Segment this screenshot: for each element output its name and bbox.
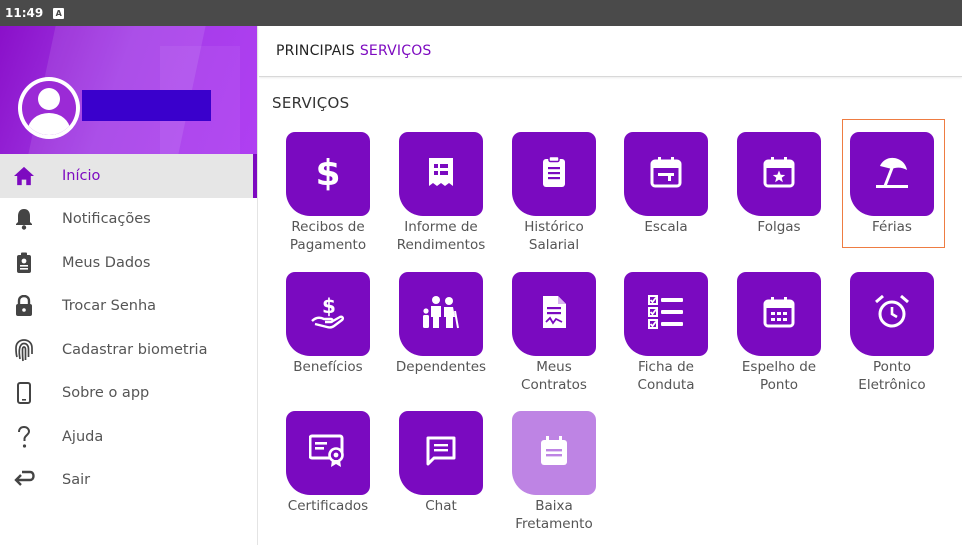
tile-box [737,132,821,216]
beach-umbrella-icon [874,155,910,193]
calendar-star-icon [763,156,795,192]
tile-label: Espelho de Ponto [741,359,817,393]
calendar-icon [650,156,682,192]
tile-box [399,272,483,356]
tile-label: Ficha de Conduta [637,359,695,393]
app-bar: PRINCIPAIS SERVIÇOS [259,26,962,77]
tile-historico-salarial[interactable]: Histórico Salarial [497,132,611,254]
page-title-part1: PRINCIPAIS [276,43,355,59]
tile-baixa-fretamento[interactable]: Baixa Fretamento [497,411,611,533]
menu-item-label: Ajuda [62,428,104,445]
tile-label: Férias [872,219,912,235]
tile-label: Histórico Salarial [524,219,584,253]
tile-certificados[interactable]: Certificados [271,411,385,516]
menu-item-inicio[interactable]: Início [0,154,257,198]
tile-ficha-de-conduta[interactable]: Ficha de Conduta [609,272,723,394]
notification-icon: A [53,7,65,19]
drawer-menu: Início Notificações Meus Dados Trocar Se… [0,154,257,502]
tile-espelho-de-ponto[interactable]: Espelho de Ponto [722,272,836,394]
menu-item-ajuda[interactable]: Ajuda [0,415,257,459]
drawer-header [0,26,257,154]
tile-label: Folgas [757,219,801,235]
avatar-icon[interactable] [18,77,80,139]
tile-box [512,132,596,216]
tile-box [624,272,708,356]
menu-item-label: Sair [62,472,91,489]
navigation-drawer: Início Notificações Meus Dados Trocar Se… [0,26,258,545]
tile-dependentes[interactable]: Dependentes [384,272,498,377]
status-bar: 11:49 A [0,0,962,26]
svg-text:$: $ [316,153,340,192]
page-title-part2: SERVIÇOS [359,43,432,59]
calendar-grid-icon [763,296,795,332]
menu-item-trocar-senha[interactable]: Trocar Senha [0,285,257,329]
tile-label: Baixa Fretamento [515,498,593,532]
tile-label: Ponto Eletrônico [858,359,926,393]
clipboard-icon [542,155,566,192]
tile-box [850,272,934,356]
tile-meus-contratos[interactable]: Meus Contratos [497,272,611,394]
help-icon [0,425,46,449]
menu-item-label: Trocar Senha [62,298,157,315]
tile-box [737,272,821,356]
status-time: 11:49 [5,6,44,20]
tile-beneficios[interactable]: $ Benefícios [271,272,385,377]
tile-box: $ [286,272,370,356]
tile-label: Recibos de Pagamento [289,219,367,253]
chat-icon [425,435,457,471]
calendar-note-icon [539,435,569,471]
tile-box [850,132,934,216]
tile-informe-de-rendimentos[interactable]: Informe de Rendimentos [384,132,498,254]
menu-item-notificacoes[interactable]: Notificações [0,198,257,242]
fingerprint-icon [0,338,46,362]
menu-item-label: Cadastrar biometria [62,341,208,358]
tile-chat[interactable]: Chat [384,411,498,516]
logout-icon [0,470,46,490]
tile-label: Certificados [287,498,369,514]
menu-item-meus-dados[interactable]: Meus Dados [0,241,257,285]
tile-box [624,132,708,216]
tile-label: Meus Contratos [521,359,587,393]
tile-box [512,411,596,495]
main-content: PRINCIPAIS SERVIÇOS SERVIÇOS $ Recibos d… [259,26,962,545]
section-title: SERVIÇOS [272,94,350,112]
menu-item-cadastrar-biometria[interactable]: Cadastrar biometria [0,328,257,372]
tile-box [399,411,483,495]
certificate-icon [308,434,347,472]
home-icon [0,166,46,186]
tile-ponto-eletronico[interactable]: Ponto Eletrônico [835,272,949,394]
user-name-redacted [82,90,211,121]
tile-label: Chat [425,498,457,514]
tile-recibos-de-pagamento[interactable]: $ Recibos de Pagamento [271,132,385,254]
family-icon [422,295,460,333]
tile-ferias[interactable]: Férias [835,119,949,248]
hand-dollar-icon: $ [310,294,346,334]
menu-item-label: Sobre o app [62,385,150,402]
tile-box: $ [286,132,370,216]
tile-box [399,132,483,216]
receipt-icon [427,156,455,192]
checklist-icon [648,294,684,334]
lock-icon [0,295,46,317]
bell-icon [0,208,46,230]
svg-text:$: $ [322,294,336,318]
menu-item-sair[interactable]: Sair [0,459,257,503]
menu-item-label: Início [62,167,101,184]
tile-escala[interactable]: Escala [609,132,723,237]
menu-item-label: Meus Dados [62,254,151,271]
tile-box [512,272,596,356]
tile-label: Benefícios [293,359,363,375]
tile-label: Dependentes [395,359,487,375]
dollar-icon: $ [315,152,340,196]
badge-icon [0,252,46,274]
contract-icon [541,295,567,333]
menu-item-sobre-o-app[interactable]: Sobre o app [0,372,257,416]
tile-box [286,411,370,495]
tile-label: Escala [644,219,688,235]
tile-label: Informe de Rendimentos [396,219,486,253]
alarm-clock-icon [874,294,910,334]
phone-icon [0,382,46,405]
tile-folgas[interactable]: Folgas [722,132,836,237]
menu-item-label: Notificações [62,211,151,228]
